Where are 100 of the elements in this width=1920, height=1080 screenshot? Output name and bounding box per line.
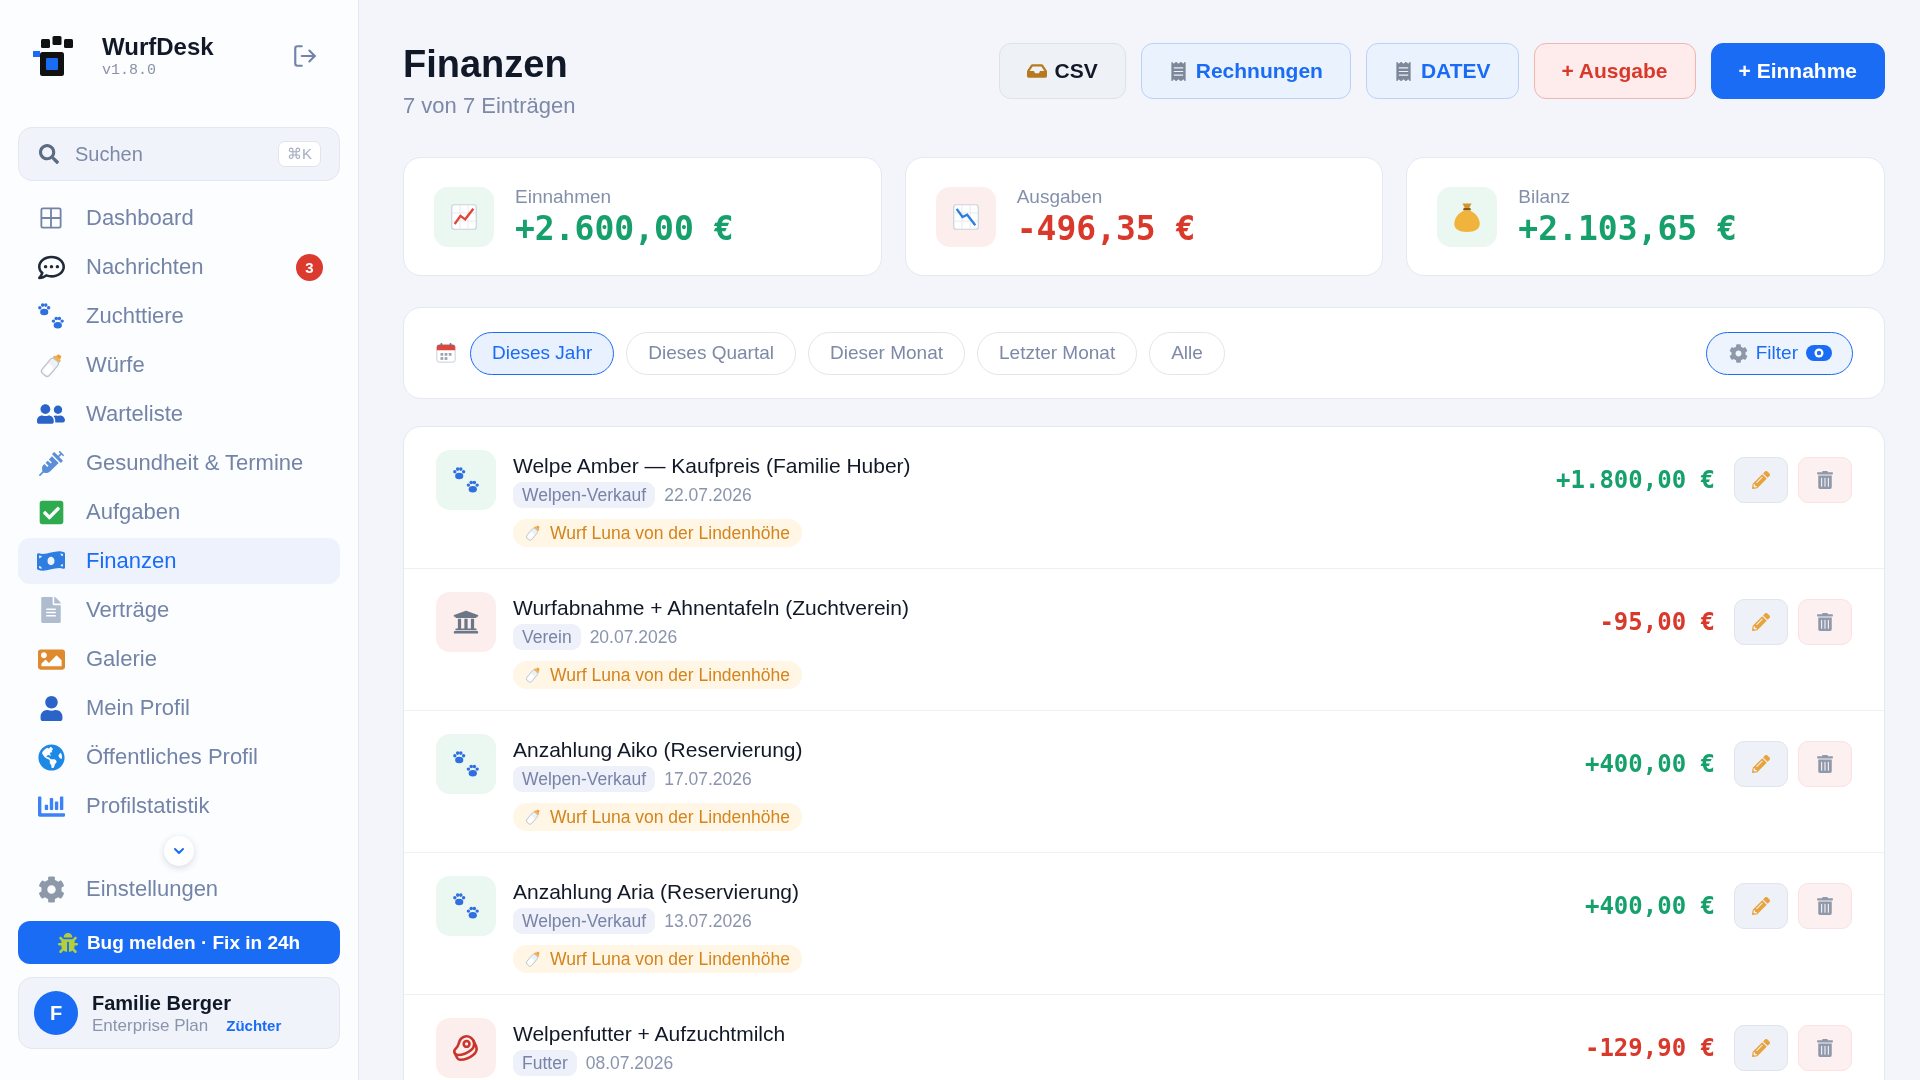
paw-prints-icon: [436, 450, 496, 510]
baby-bottle-icon: [524, 666, 542, 684]
edit-button[interactable]: [1734, 741, 1788, 787]
nav-item[interactable]: Dashboard: [18, 195, 340, 241]
nav-item[interactable]: Finanzen: [18, 538, 340, 584]
nav-item[interactable]: Gesundheit & Termine: [18, 440, 340, 486]
delete-button[interactable]: [1798, 741, 1852, 787]
stat-value: -496,35 €: [1016, 209, 1196, 248]
delete-button[interactable]: [1798, 457, 1852, 503]
nav-item[interactable]: Nachrichten 3: [18, 244, 340, 290]
delete-button[interactable]: [1798, 599, 1852, 645]
delete-button[interactable]: [1798, 883, 1852, 929]
trash-icon: [1816, 1039, 1834, 1057]
category-tag: Welpen-Verkauf: [513, 766, 656, 792]
search-icon: [39, 144, 59, 164]
action-button[interactable]: + Einnahme: [1710, 43, 1885, 99]
edit-button[interactable]: [1734, 1025, 1788, 1071]
steak-icon: [436, 1018, 496, 1078]
entry-count: 7 von 7 Einträgen: [403, 93, 576, 119]
entry-title: Wurfabnahme + Ahnentafeln (Zuchtverein): [513, 595, 910, 621]
litter-name: Wurf Luna von der Lindenhöhe: [550, 948, 790, 970]
stat-label: Einnahmen: [515, 185, 613, 208]
user-card[interactable]: F Familie Berger Enterprise Plan Züchter: [18, 977, 340, 1049]
entry-title: Anzahlung Aria (Reservierung): [513, 879, 800, 905]
action-button[interactable]: DATEV: [1365, 43, 1519, 99]
speech-bubble-icon: [37, 253, 65, 281]
bank-building-icon: [436, 592, 496, 652]
stat-value: +2.103,65 €: [1518, 209, 1737, 248]
receipt-icon: [1393, 61, 1413, 81]
nav-item[interactable]: Warteliste: [18, 391, 340, 437]
shortcut-key: ⌘K: [278, 141, 321, 167]
category-tag: Welpen-Verkauf: [513, 482, 656, 508]
grid-icon: [40, 207, 62, 229]
logout-icon: [292, 43, 318, 69]
action-button[interactable]: Rechnungen: [1140, 43, 1351, 99]
money-bag-icon: [1437, 186, 1498, 247]
action-button[interactable]: CSV: [998, 43, 1126, 99]
gear-icon: [37, 875, 65, 903]
logout-button[interactable]: [292, 43, 318, 69]
baby-bottle-icon: [524, 808, 542, 826]
baby-bottle-icon: [524, 950, 542, 968]
entry-amount: +400,00 €: [1584, 750, 1715, 778]
document-icon: [38, 597, 64, 623]
nav-item[interactable]: Einstellungen: [18, 866, 340, 912]
scroll-down-button[interactable]: [164, 836, 194, 866]
edit-button[interactable]: [1734, 457, 1788, 503]
nav-item[interactable]: Galerie: [18, 636, 340, 682]
gear-icon: [1728, 343, 1748, 363]
pencil-icon: [1752, 1039, 1770, 1057]
entry-title: Anzahlung Aiko (Reservierung): [513, 737, 804, 763]
nav-item[interactable]: Zuchttiere: [18, 293, 340, 339]
app-name: WurfDesk: [102, 32, 214, 61]
entry-date: 22.07.2026: [664, 484, 752, 506]
pencil-icon: [1752, 471, 1770, 489]
role-label: Züchter: [226, 1016, 282, 1034]
bug-report-button[interactable]: Bug melden · Fix in 24h: [18, 921, 340, 964]
pencil-icon: [1752, 613, 1770, 631]
edit-button[interactable]: [1734, 883, 1788, 929]
nav-item[interactable]: Öffentliches Profil: [18, 734, 340, 780]
nav-item[interactable]: Verträge: [18, 587, 340, 633]
entry-amount: +1.800,00 €: [1556, 466, 1715, 494]
trash-icon: [1816, 897, 1834, 915]
paw-prints-icon: [436, 734, 496, 794]
filter-button[interactable]: Filter: [1705, 331, 1853, 375]
baby-bottle-icon: [524, 524, 542, 542]
period-chip[interactable]: Dieser Monat: [808, 331, 965, 375]
app-version: v1.8.0: [102, 61, 157, 80]
edit-button[interactable]: [1734, 599, 1788, 645]
action-button[interactable]: + Ausgabe: [1533, 43, 1696, 99]
entry-title: Welpenfutter + Aufzuchtmilch: [513, 1021, 787, 1047]
litter-name: Wurf Luna von der Lindenhöhe: [550, 664, 790, 686]
entry-date: 08.07.2026: [585, 1052, 674, 1074]
stat-label: Bilanz: [1518, 185, 1572, 208]
stat-label: Ausgaben: [1016, 185, 1104, 208]
trash-icon: [1816, 613, 1834, 631]
period-chip[interactable]: Alle: [1149, 331, 1225, 375]
nav-item[interactable]: Würfe: [18, 342, 340, 388]
person-icon: [38, 695, 64, 721]
chart-up-icon: [434, 186, 494, 247]
pencil-icon: [1752, 897, 1770, 915]
category-tag: Verein: [513, 624, 581, 650]
eye-icon: [1806, 345, 1832, 361]
entry-title: Welpe Amber — Kaufpreis (Familie Huber): [513, 453, 912, 479]
entry-date: 13.07.2026: [664, 910, 752, 932]
page-title: Finanzen: [403, 43, 569, 85]
entry-date: 17.07.2026: [664, 768, 752, 790]
period-chip[interactable]: Dieses Jahr: [470, 331, 615, 375]
trash-icon: [1816, 471, 1834, 489]
delete-button[interactable]: [1798, 1025, 1852, 1071]
period-chip[interactable]: Letzter Monat: [977, 331, 1138, 375]
avatar: F: [34, 991, 78, 1035]
nav-item[interactable]: Mein Profil: [18, 685, 340, 731]
nav-item[interactable]: Profilstatistik: [18, 783, 340, 829]
calendar-icon: [435, 342, 457, 364]
period-chip[interactable]: Dieses Quartal: [626, 331, 796, 375]
category-tag: Futter: [513, 1050, 577, 1076]
check-box-icon: [37, 498, 65, 526]
paw-prints-icon: [38, 303, 64, 329]
pencil-icon: [1752, 755, 1770, 773]
nav-item[interactable]: Aufgaben: [18, 489, 340, 535]
